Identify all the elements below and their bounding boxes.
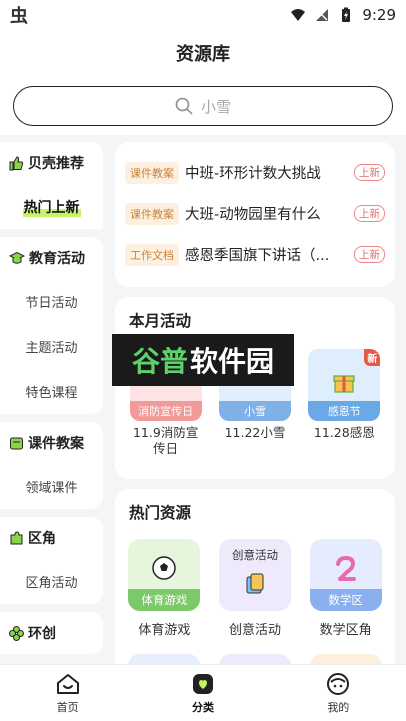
category-tag: 课件教案 (125, 202, 179, 225)
soccer-ball-icon (152, 556, 177, 580)
sidebar-item-domain-courseware[interactable]: 领域课件 (0, 464, 103, 509)
sidebar-group-title[interactable]: 环创 (0, 612, 103, 654)
list-item[interactable]: 工作文档 感恩季国旗下讲话（... 上新 (125, 234, 385, 275)
resource-thumbnail[interactable] (309, 654, 382, 664)
resource-thumbnail: 体育游戏 (128, 539, 201, 611)
item-title: 中班-环形计数大挑战 (185, 166, 321, 182)
search-placeholder: 小雪 (200, 97, 231, 116)
battery-icon (342, 7, 351, 22)
resource-band-label: 体育游戏 (128, 589, 201, 611)
sidebar-group-title[interactable]: 教育活动 (0, 237, 103, 279)
profile-icon (327, 672, 350, 695)
tab-home[interactable]: 首页 (0, 665, 135, 721)
sidebar-item-corner-activity[interactable]: 区角活动 (0, 559, 103, 604)
new-badge: 新 (364, 349, 381, 366)
resource-band-label: 创意活动 (231, 548, 278, 562)
courseware-icon (10, 437, 23, 449)
search-area: 小雪 (0, 75, 406, 135)
watermark: 谷普 软件园 (112, 334, 294, 386)
activity-label: 11.9消防宣传日 (132, 425, 199, 456)
section-title: 热门资源 (129, 504, 192, 522)
category-tag: 工作文档 (125, 243, 179, 266)
sidebar-group-environment: 环创 (0, 612, 103, 654)
activity-band-label: 小雪 (218, 401, 291, 421)
activity-band-label: 消防宣传日 (129, 401, 202, 421)
gift-icon (333, 375, 355, 393)
sidebar-group-corner: 区角 区角活动 (0, 517, 103, 604)
recommend-card: 课件教案 中班-环形计数大挑战 上新 课件教案 大班-动物园里有什么 上新 工作… (115, 142, 395, 287)
sidebar-group-title[interactable]: 区角 (0, 517, 103, 559)
wifi-icon (291, 9, 306, 21)
category-sidebar: 贝壳推荐 热门上新 教育活动 节日活动 主题活动 特色课程 课件教案 领域课件 … (0, 142, 103, 664)
paint-icon (246, 573, 264, 594)
tab-category[interactable]: 分类 (135, 665, 270, 721)
clock-text: 9:29 (362, 6, 396, 24)
resource-thumbnail[interactable] (128, 654, 201, 664)
sidebar-item-hot-new[interactable]: 热门上新 (0, 184, 103, 229)
search-icon (175, 97, 193, 115)
activity-band-label: 感恩节 (308, 401, 381, 421)
puzzle-icon (10, 530, 23, 544)
sidebar-item-special-course[interactable]: 特色课程 (0, 369, 103, 414)
sidebar-group-recommend: 贝壳推荐 热门上新 (0, 142, 103, 229)
sidebar-group-title[interactable]: 贝壳推荐 (0, 142, 103, 184)
new-badge: 上新 (354, 205, 385, 222)
page-title: 资源库 (176, 43, 230, 65)
resource-item[interactable]: 数学区 数学区角 (306, 539, 386, 638)
monthly-activity-card: 本月活动 消防宣传日 11.9消防宣传日 小雪 11.22小雪 感恩节 新 11… (115, 297, 395, 479)
sidebar-item-festival[interactable]: 节日活动 (0, 279, 103, 324)
sidebar-group-courseware: 课件教案 领域课件 (0, 422, 103, 509)
hot-resources-card: 热门资源 体育游戏 体育游戏 创意活动 创意活动 数学区 数学区角 (115, 489, 395, 664)
main-content: 课件教案 中班-环形计数大挑战 上新 课件教案 大班-动物园里有什么 上新 工作… (115, 142, 395, 664)
activity-label: 11.28感恩 (313, 425, 375, 440)
resource-thumbnail: 数学区 (309, 539, 382, 611)
activity-label: 11.22小雪 (224, 425, 286, 440)
activity-thumbnail: 感恩节 新 (308, 349, 381, 421)
activity-item[interactable]: 感恩节 新 11.28感恩 (306, 349, 382, 457)
tab-profile[interactable]: 我的 (271, 665, 406, 721)
category-icon (192, 673, 213, 694)
new-badge: 上新 (354, 164, 385, 181)
status-bar: 虫 9:29 (0, 0, 406, 30)
graduation-cap-icon (9, 251, 25, 264)
sidebar-group-education: 教育活动 节日活动 主题活动 特色课程 (0, 237, 103, 414)
app-notification-icon: 虫 (10, 6, 28, 27)
resource-label: 数学区角 (319, 623, 372, 638)
signal-icon (316, 9, 329, 21)
search-input[interactable]: 小雪 (13, 86, 393, 126)
sidebar-group-title[interactable]: 课件教案 (0, 422, 103, 464)
number-two-icon (335, 556, 356, 581)
home-icon (56, 673, 79, 694)
resource-band-label: 数学区 (309, 589, 382, 611)
resource-label: 体育游戏 (138, 623, 191, 638)
resource-label: 创意活动 (228, 623, 281, 638)
list-item[interactable]: 课件教案 中班-环形计数大挑战 上新 (125, 152, 385, 193)
resource-thumbnail: 创意活动 (218, 539, 291, 611)
resource-item[interactable]: 体育游戏 体育游戏 (124, 539, 204, 638)
section-title: 本月活动 (129, 312, 192, 330)
category-tag: 课件教案 (125, 161, 179, 184)
item-title: 感恩季国旗下讲话（... (185, 248, 330, 264)
sidebar-item-theme[interactable]: 主题活动 (0, 324, 103, 369)
page-header: 资源库 (0, 30, 406, 75)
resource-item[interactable]: 创意活动 创意活动 (215, 539, 295, 638)
bottom-nav: 首页 分类 我的 (0, 664, 406, 721)
thumbs-up-icon (9, 155, 24, 170)
resource-thumbnail[interactable] (218, 654, 291, 664)
new-badge: 上新 (354, 246, 385, 263)
clover-icon (9, 625, 24, 641)
list-item[interactable]: 课件教案 大班-动物园里有什么 上新 (125, 193, 385, 234)
item-title: 大班-动物园里有什么 (185, 207, 321, 223)
